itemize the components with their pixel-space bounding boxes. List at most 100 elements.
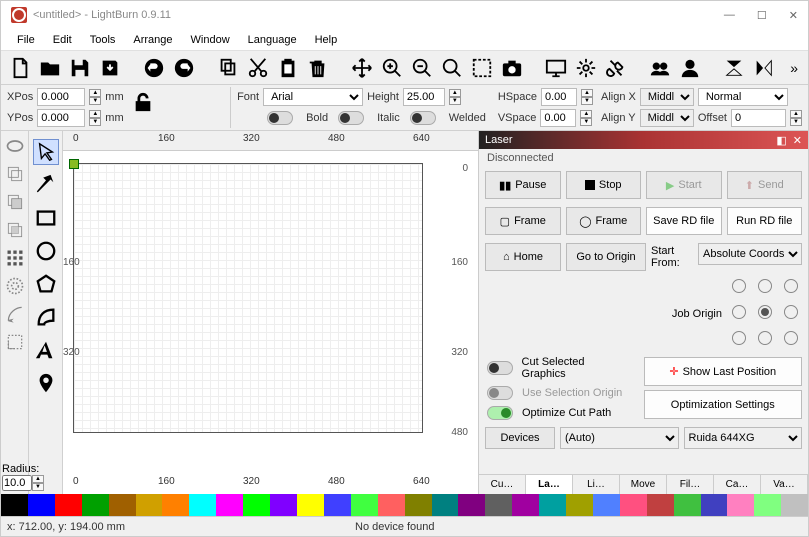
start-button[interactable]: ▶Start <box>646 171 722 199</box>
use-selection-origin-toggle[interactable] <box>487 386 513 400</box>
curve-icon[interactable] <box>33 304 59 330</box>
panel-close-icon[interactable]: ✕ <box>793 134 802 147</box>
devices-button[interactable]: Devices <box>485 427 555 449</box>
zoom-in-icon[interactable] <box>379 55 405 81</box>
tab-library[interactable]: Li… <box>573 475 620 494</box>
job-origin-grid[interactable] <box>732 279 802 349</box>
swatch[interactable] <box>432 494 459 516</box>
swatch[interactable] <box>243 494 270 516</box>
pause-button[interactable]: ▮▮Pause <box>485 171 561 199</box>
open-icon[interactable] <box>37 55 63 81</box>
offset-icon[interactable] <box>4 303 26 325</box>
tab-camera[interactable]: Ca… <box>714 475 761 494</box>
ypos-spin[interactable]: ▲▼ <box>89 110 101 126</box>
port-select[interactable]: (Auto) <box>560 427 679 449</box>
font-select[interactable]: Arial <box>263 88 363 106</box>
stop-button[interactable]: Stop <box>566 171 642 199</box>
import-icon[interactable] <box>97 55 123 81</box>
run-rd-button[interactable]: Run RD file <box>727 207 803 235</box>
offset-input[interactable] <box>731 109 786 127</box>
group-icon[interactable] <box>647 55 673 81</box>
monitor-icon[interactable] <box>543 55 569 81</box>
minimize-button[interactable]: — <box>724 9 735 22</box>
pin-icon[interactable] <box>33 370 59 396</box>
swatch[interactable] <box>136 494 163 516</box>
flip-v-icon[interactable] <box>721 55 747 81</box>
rectangle-icon[interactable] <box>33 205 59 231</box>
redo-icon[interactable] <box>171 55 197 81</box>
frame-rect-button[interactable]: ▢Frame <box>485 207 561 235</box>
optimization-button[interactable]: Optimization Settings <box>644 390 803 419</box>
zoom-out-icon[interactable] <box>409 55 435 81</box>
tab-file[interactable]: Fil… <box>667 475 714 494</box>
select-tool-icon[interactable] <box>33 139 59 165</box>
camera-icon[interactable] <box>499 55 525 81</box>
alignx-select[interactable]: Middle <box>640 88 694 106</box>
xpos-spin[interactable]: ▲▼ <box>89 89 101 105</box>
new-icon[interactable] <box>7 55 33 81</box>
save-rd-button[interactable]: Save RD file <box>646 207 722 235</box>
menu-arrange[interactable]: Arrange <box>125 32 180 48</box>
bool-union-icon[interactable] <box>4 163 26 185</box>
swatch[interactable] <box>324 494 351 516</box>
flip-h-icon[interactable] <box>751 55 777 81</box>
swatch[interactable] <box>674 494 701 516</box>
bool-diff-icon[interactable] <box>4 191 26 213</box>
swatch[interactable] <box>270 494 297 516</box>
copy-icon[interactable] <box>215 55 241 81</box>
close-button[interactable]: ✕ <box>789 9 798 22</box>
panel-header[interactable]: Laser ◧✕ <box>479 131 808 149</box>
swatch[interactable] <box>189 494 216 516</box>
swatch[interactable] <box>162 494 189 516</box>
zoom-sel-icon[interactable] <box>469 55 495 81</box>
workspace-grid[interactable] <box>73 163 423 433</box>
send-button[interactable]: ⬆Send <box>727 171 803 199</box>
swatch[interactable] <box>727 494 754 516</box>
cut-icon[interactable] <box>245 55 271 81</box>
tab-cuts[interactable]: Cu… <box>479 475 526 494</box>
menu-help[interactable]: Help <box>307 32 346 48</box>
lock-icon[interactable] <box>132 91 154 113</box>
bool-intersect-icon[interactable] <box>4 219 26 241</box>
normal-select[interactable]: Normal <box>698 88 788 106</box>
swatch[interactable] <box>82 494 109 516</box>
corner-icon[interactable] <box>4 331 26 353</box>
home-button[interactable]: ⌂Home <box>485 243 561 271</box>
welded-toggle[interactable] <box>410 111 436 125</box>
swatch[interactable] <box>754 494 781 516</box>
vspace-input[interactable] <box>540 109 576 127</box>
canvas[interactable]: 0160320480640 0 160 160 320 320 480 0160… <box>63 131 478 494</box>
aligny-select[interactable]: Middle <box>640 109 694 127</box>
settings-icon[interactable] <box>573 55 599 81</box>
xpos-input[interactable] <box>37 88 85 106</box>
radial-icon[interactable] <box>4 275 26 297</box>
hspace-input[interactable] <box>541 88 577 106</box>
device-select[interactable]: Ruida 644XG <box>684 427 803 449</box>
menu-window[interactable]: Window <box>183 32 238 48</box>
undo-icon[interactable] <box>141 55 167 81</box>
text-icon[interactable] <box>33 337 59 363</box>
cut-selected-toggle[interactable] <box>487 361 513 375</box>
circle-icon[interactable] <box>33 238 59 264</box>
swatch[interactable] <box>620 494 647 516</box>
swatch[interactable] <box>566 494 593 516</box>
maximize-button[interactable]: ☐ <box>757 9 767 22</box>
tab-variable[interactable]: Va… <box>761 475 808 494</box>
swatch[interactable] <box>109 494 136 516</box>
start-from-select[interactable]: Absolute Coords <box>698 243 802 265</box>
draw-line-icon[interactable] <box>33 172 59 198</box>
array-icon[interactable] <box>4 247 26 269</box>
menu-language[interactable]: Language <box>240 32 305 48</box>
swatch[interactable] <box>593 494 620 516</box>
ypos-input[interactable] <box>37 109 85 127</box>
save-icon[interactable] <box>67 55 93 81</box>
radius-input[interactable] <box>2 475 32 491</box>
show-last-button[interactable]: ✛Show Last Position <box>644 357 803 386</box>
tab-move[interactable]: Move <box>620 475 667 494</box>
swatch[interactable] <box>378 494 405 516</box>
pan-icon[interactable] <box>349 55 375 81</box>
menu-tools[interactable]: Tools <box>82 32 124 48</box>
swatch[interactable] <box>512 494 539 516</box>
wrench-icon[interactable] <box>603 55 629 81</box>
panel-pop-icon[interactable]: ◧ <box>776 134 786 147</box>
